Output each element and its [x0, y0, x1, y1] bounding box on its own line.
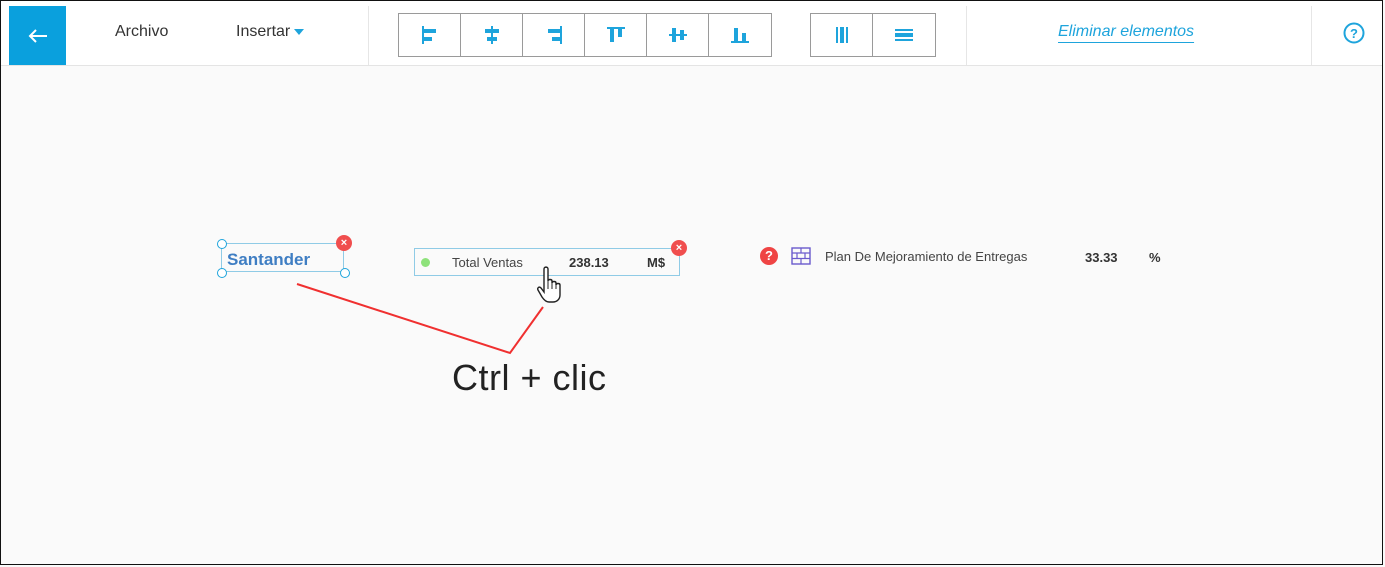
annotation-lines: [296, 283, 544, 355]
annotation-ctrl-clic: Ctrl + clic: [452, 357, 607, 398]
annotation-line: [296, 283, 544, 355]
hand-cursor-icon: [537, 266, 561, 303]
